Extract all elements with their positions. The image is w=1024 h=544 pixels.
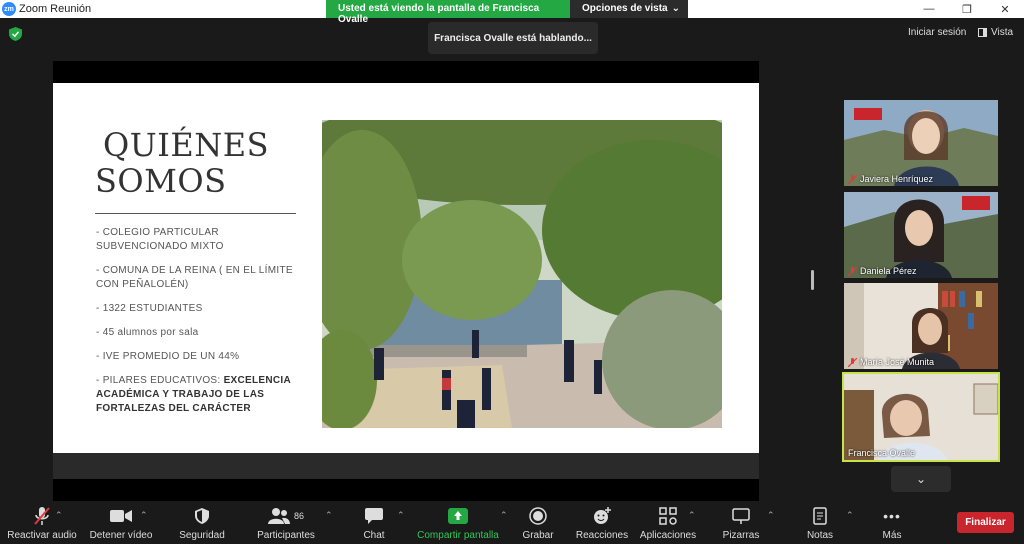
participant-name-label: Javiera Henríquez xyxy=(860,174,934,184)
participant-tile-active-speaker[interactable]: Francisca Ovalle xyxy=(842,372,1000,462)
mic-muted-icon xyxy=(34,507,50,525)
participants-label: Participantes xyxy=(257,530,315,541)
participant-tile[interactable]: María José Munita xyxy=(844,283,998,369)
participant-tile[interactable]: Daniela Pérez xyxy=(844,192,998,278)
share-screen-button[interactable]: Compartir pantalla xyxy=(414,506,502,541)
mic-muted-icon xyxy=(848,266,857,276)
bullet-item: - 1322 ESTUDIANTES xyxy=(96,303,203,314)
chevron-down-icon: ⌄ xyxy=(671,3,680,14)
mic-muted-icon xyxy=(848,174,857,184)
bullet-item: - COMUNA DE LA REINA ( EN EL LÍMITE CON … xyxy=(96,265,293,290)
bullet-item: - 45 alumnos por sala xyxy=(96,327,199,338)
share-banner: Usted está viendo la pantalla de Francis… xyxy=(326,0,688,25)
apps-options-caret[interactable]: ⌃ xyxy=(688,510,696,521)
end-meeting-button[interactable]: Finalizar xyxy=(957,512,1014,533)
whiteboards-label: Pizarras xyxy=(722,530,760,541)
window-title: Zoom Reunión xyxy=(19,3,92,15)
more-button[interactable]: ••• Más xyxy=(874,506,910,541)
view-button[interactable]: Vista xyxy=(978,27,1013,38)
chat-label: Chat xyxy=(363,530,385,541)
restore-icon[interactable]: ❐ xyxy=(948,0,986,18)
presentation-slide: QUIÉNES SOMOS - COLEGIO PARTICULAR SUBVE… xyxy=(53,83,759,453)
security-label: Seguridad xyxy=(179,530,225,541)
bullet-item: - PILARES EDUCATIVOS: EXCELENCIA ACADÉMI… xyxy=(96,374,311,416)
notes-options-caret[interactable]: ⌃ xyxy=(846,510,854,521)
more-dots-icon: ••• xyxy=(883,508,901,524)
view-options-label: Opciones de vista xyxy=(582,3,668,14)
notes-label: Notas xyxy=(806,530,834,541)
app-title: zm Zoom Reunión xyxy=(2,2,91,16)
speaking-notice: Francisca Ovalle está hablando... xyxy=(428,22,598,54)
chat-button[interactable]: Chat xyxy=(352,506,396,541)
video-options-caret[interactable]: ⌃ xyxy=(140,510,148,521)
window-controls: — ❐ ✕ xyxy=(910,0,1024,18)
audio-options-caret[interactable]: ⌃ xyxy=(55,510,63,521)
view-options-button[interactable]: Opciones de vista ⌄ xyxy=(570,0,688,18)
participants-options-caret[interactable]: ⌃ xyxy=(325,510,333,521)
security-button[interactable]: Seguridad xyxy=(172,506,232,541)
chat-bubble-icon xyxy=(365,508,383,524)
participants-icon xyxy=(267,508,290,524)
grid-icon xyxy=(978,28,987,37)
view-label: Vista xyxy=(991,27,1014,38)
slide-title: QUIÉNES SOMOS xyxy=(95,127,269,199)
title-divider xyxy=(95,213,296,214)
participant-name: Javiera Henríquez xyxy=(848,174,933,184)
chat-options-caret[interactable]: ⌃ xyxy=(397,510,405,521)
more-label: Más xyxy=(882,530,902,541)
slide-footer-bar xyxy=(53,453,759,479)
participant-name: Francisca Ovalle xyxy=(848,448,915,458)
participant-tile[interactable]: Javiera Henríquez xyxy=(844,100,998,186)
zoom-logo-icon: zm xyxy=(2,2,16,16)
apps-label: Aplicaciones xyxy=(639,530,697,541)
notes-button[interactable]: Notas xyxy=(800,506,840,541)
chevron-down-icon: ⌄ xyxy=(915,472,927,486)
close-icon[interactable]: ✕ xyxy=(986,0,1024,18)
apps-icon xyxy=(659,507,677,525)
bullet-item: - COLEGIO PARTICULAR SUBVENCIONADO MIXTO xyxy=(96,227,224,252)
video-camera-icon xyxy=(110,510,132,522)
reactions-button[interactable]: Reacciones xyxy=(574,506,630,541)
participant-name-label: María José Munita xyxy=(860,357,935,367)
notes-icon xyxy=(813,507,827,525)
stop-video-label: Detener vídeo xyxy=(89,530,153,541)
shared-screen: QUIÉNES SOMOS - COLEGIO PARTICULAR SUBVE… xyxy=(53,61,759,501)
meeting-toolbar: Reactivar audio ⌃ Detener vídeo ⌃ Seguri… xyxy=(0,502,1024,544)
record-button[interactable]: Grabar xyxy=(518,506,558,541)
gallery-scroll-down-button[interactable]: ⌄ xyxy=(891,466,951,492)
shield-icon xyxy=(195,508,209,524)
shield-check-icon[interactable] xyxy=(9,27,22,41)
whiteboards-button[interactable]: Pizarras xyxy=(718,506,764,541)
whiteboard-icon xyxy=(732,508,750,524)
share-status: Usted está viendo la pantalla de Francis… xyxy=(326,0,570,25)
slide-bullets: - COLEGIO PARTICULAR SUBVENCIONADO MIXTO… xyxy=(96,226,311,426)
participants-count: 86 xyxy=(293,511,304,521)
share-screen-icon xyxy=(448,508,468,524)
unmute-audio-label: Reactivar audio xyxy=(7,530,77,541)
signin-link[interactable]: Iniciar sesión xyxy=(908,27,966,38)
participant-name: Daniela Pérez xyxy=(848,266,917,276)
reactions-label: Reacciones xyxy=(575,530,629,541)
mic-muted-icon xyxy=(848,357,857,367)
share-options-caret[interactable]: ⌃ xyxy=(500,510,508,521)
smiley-plus-icon xyxy=(594,507,611,524)
minimize-icon[interactable]: — xyxy=(910,0,948,18)
participant-name-label: Daniela Pérez xyxy=(860,266,917,276)
bullet-item: - IVE PROMEDIO DE UN 44% xyxy=(96,351,240,362)
gallery-resize-handle[interactable] xyxy=(811,270,814,290)
bullet-prefix: - PILARES EDUCATIVOS: xyxy=(96,375,224,386)
slide-title-line2: SOMOS xyxy=(95,162,227,200)
record-icon xyxy=(529,507,547,525)
participant-name-label: Francisca Ovalle xyxy=(848,448,916,458)
slide-title-line1: QUIÉNES xyxy=(103,126,269,164)
unmute-audio-button[interactable]: Reactivar audio xyxy=(4,506,80,541)
whiteboards-options-caret[interactable]: ⌃ xyxy=(767,510,775,521)
record-label: Grabar xyxy=(522,530,554,541)
share-screen-label: Compartir pantalla xyxy=(417,530,499,541)
school-courtyard-photo xyxy=(322,120,722,428)
participant-name: María José Munita xyxy=(848,357,934,367)
participants-button[interactable]: 86 Participantes xyxy=(254,506,318,541)
